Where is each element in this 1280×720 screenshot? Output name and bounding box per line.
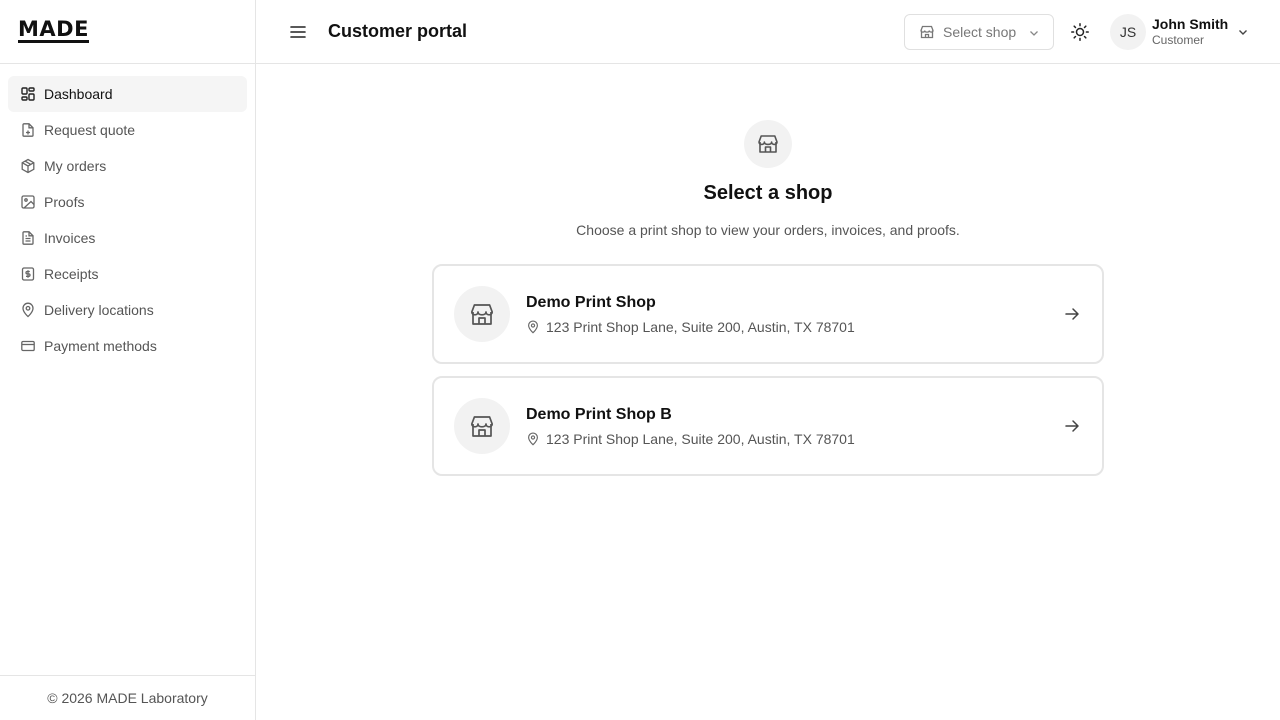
select-shop-subtitle: Choose a print shop to view your orders,… [576,222,960,238]
shop-card-body: Demo Print Shop 123 Print Shop Lane, Sui… [526,293,1062,335]
image-icon [20,194,36,210]
shop-select-placeholder: Select shop [943,24,1017,40]
sun-icon[interactable] [1068,20,1092,44]
sidebar-item-delivery-locations[interactable]: Delivery locations [8,292,247,328]
shop-name: Demo Print Shop B [526,406,672,423]
sidebar-item-proofs[interactable]: Proofs [8,184,247,220]
map-pin-icon [528,432,538,446]
chevron-down-icon [1030,31,1038,36]
main-content: Select a shop Choose a print shop to vie… [256,64,1280,720]
file-text-icon [20,230,36,246]
package-icon [20,158,36,174]
sidebar-item-label: Proofs [44,194,85,210]
sidebar-item-my-orders[interactable]: My orders [8,148,247,184]
sidebar-item-label: Invoices [44,230,96,246]
shop-card-body: Demo Print Shop B 123 Print Shop Lane, S… [526,405,1062,447]
sidebar-item-payment-methods[interactable]: Payment methods [8,328,247,364]
arrow-right-icon [1065,308,1079,320]
shop-card[interactable]: Demo Print Shop B 123 Print Shop Lane, S… [432,376,1104,476]
store-icon [920,25,934,39]
sidebar-footer: © 2026 MADE Laboratory [0,675,255,720]
sidebar-item-label: Request quote [44,122,136,138]
shop-select-dropdown[interactable]: Select shop [904,14,1054,50]
menu-icon[interactable] [286,20,310,44]
user-menu[interactable]: JS John Smith Customer [1110,14,1250,50]
sidebar-item-invoices[interactable]: Invoices [8,220,247,256]
store-icon [454,398,510,454]
user-name: John Smith [1152,16,1229,32]
sidebar-item-label: Receipts [44,266,99,282]
file-plus-icon [20,122,36,138]
made-logo[interactable]: MADE [18,19,89,43]
sidebar: MADE Dashboard Request quote My orders P… [0,0,256,720]
dashboard-icon [20,86,36,102]
shop-address-row: 123 Print Shop Lane, Suite 200, Austin, … [526,431,1062,447]
credit-card-icon [20,338,36,354]
store-icon [454,286,510,342]
sidebar-item-request-quote[interactable]: Request quote [8,112,247,148]
shop-address: 123 Print Shop Lane, Suite 200, Austin, … [546,431,855,447]
avatar: JS [1110,14,1146,50]
shop-card[interactable]: Demo Print Shop 123 Print Shop Lane, Sui… [432,264,1104,364]
receipt-icon [20,266,36,282]
sidebar-item-label: Payment methods [44,338,157,354]
top-bar: Customer portal Select shop JS John Smit… [256,0,1280,64]
shop-name: Demo Print Shop [526,294,656,311]
user-role: Customer [1152,33,1205,47]
map-pin-icon [20,302,36,318]
select-shop-heading: Select a shop [703,182,833,204]
sidebar-item-label: My orders [44,158,107,174]
map-pin-icon [528,320,538,334]
sidebar-nav: Dashboard Request quote My orders Proofs… [0,64,255,364]
shop-address-row: 123 Print Shop Lane, Suite 200, Austin, … [526,319,1062,335]
user-info: John Smith Customer [1152,16,1228,48]
page-title: Customer portal [328,21,468,41]
sidebar-item-label: Delivery locations [44,302,154,318]
sidebar-item-dashboard[interactable]: Dashboard [8,76,247,112]
sidebar-item-label: Dashboard [44,86,113,102]
store-icon [744,120,792,168]
chevron-down-icon [1239,30,1248,35]
shop-address: 123 Print Shop Lane, Suite 200, Austin, … [546,319,855,335]
arrow-right-icon [1065,420,1079,432]
logo-area: MADE [0,0,255,64]
sidebar-item-receipts[interactable]: Receipts [8,256,247,292]
